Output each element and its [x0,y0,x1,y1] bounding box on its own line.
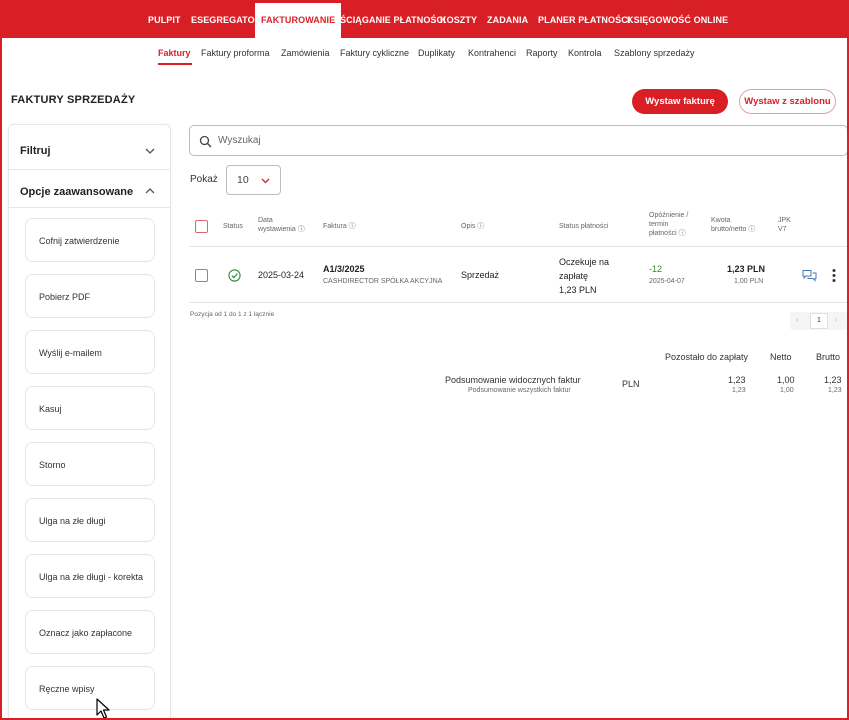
amount-net: 1,00 PLN [734,278,764,285]
col-payment-status[interactable]: Status płatności [559,222,608,231]
nav-fakturowanie[interactable]: FAKTUROWANIE [255,0,342,38]
nav-esegregator[interactable]: ESEGREGATOR [191,0,261,38]
col-jpk-line1: JPK [778,217,791,224]
nav-sciaganie-platnosci[interactable]: ŚCIĄGANIE PŁATNOŚCI [340,0,446,38]
col-delay-line3: płatności [649,230,677,237]
next-page-button[interactable]: › [835,315,838,324]
action-pobierz-pdf[interactable]: Pobierz PDF [25,274,155,318]
tab-zamowienia[interactable]: Zamówienia [281,48,330,58]
app-frame: PULPIT ESEGREGATOR FAKTUROWANIE ŚCIĄGANI… [0,0,849,720]
summary-net-header: Netto [770,352,792,362]
summary-all-gross: 1,23 [828,387,842,394]
page-size-value: 10 [237,174,249,186]
col-date-line2: wystawienia [258,226,296,233]
payment-due-date: 2025-04-07 [649,278,685,285]
summary-remaining-header: Pozostało do zapłaty [665,352,749,362]
summary-visible-gross: 1,23 [824,375,842,385]
col-date-line1: Data [258,217,273,224]
invoice-description: Sprzedaż [461,270,500,280]
active-tab-indicator [158,63,192,65]
advanced-options-toggle[interactable]: Opcje zaawansowane [20,186,133,198]
payment-status-line1: Oczekuje na [559,257,610,267]
tab-szablony-sprzedazy[interactable]: Szablony sprzedaży [614,48,695,58]
header-divider [189,246,847,247]
col-delay-line2: termin [649,221,669,228]
check-circle-icon [228,269,241,282]
col-amount-line2: brutto/netto [711,226,747,233]
nav-ksiegowosc-online[interactable]: KSIĘGOWOŚĆ ONLINE [627,0,728,38]
col-description[interactable]: Opis ⓘ [461,222,484,231]
top-navigation: PULPIT ESEGREGATOR FAKTUROWANIE ŚCIĄGANI… [2,0,847,38]
nav-zadania[interactable]: ZADANIA [487,0,528,38]
action-reczne-wpisy[interactable]: Ręczne wpisy [25,666,155,710]
col-jpk-line2: V7 [778,226,787,233]
payment-status-line2: zapłatę [559,271,589,281]
action-ulga-zle-dlugi-korekta[interactable]: Ulga na złe długi - korekta [25,554,155,598]
search-icon [199,135,212,148]
tab-faktury[interactable]: Faktury [158,48,191,58]
select-all-checkbox[interactable] [195,220,208,233]
summary-visible-label: Podsumowanie widocznych faktur [445,375,581,385]
chevron-down-icon [261,178,270,184]
col-description-label: Opis [461,223,476,230]
tab-kontrola[interactable]: Kontrola [568,48,602,58]
issue-from-template-button[interactable]: Wystaw z szablonu [739,89,836,114]
panel-divider [8,169,171,170]
filter-toggle[interactable]: Filtruj [20,145,51,157]
search-placeholder: Wyszukaj [218,135,261,146]
summary-visible-net: 1,00 [777,375,795,385]
chevron-down-icon[interactable] [144,145,156,157]
invoice-date: 2025-03-24 [258,270,305,280]
invoice-client: CASHDIRECTOR SPÓŁKA AKCYJNA [323,278,443,285]
invoice-number[interactable]: A1/3/2025 [323,264,365,274]
nav-planer-platnosci[interactable]: PLANER PŁATNOŚCI [538,0,630,38]
page-1-button[interactable]: 1 [810,313,828,329]
col-amount-line1: Kwota [711,217,731,224]
payment-status-amount: 1,23 PLN [559,285,597,295]
col-invoice-label: Faktura [323,223,347,230]
action-wyslij-email[interactable]: Wyślij e-mailem [25,330,155,374]
page-size-select[interactable]: 10 [226,165,281,195]
col-delay-line1: Opóźnienie / [649,212,689,219]
page-size-label: Pokaż [190,174,218,185]
summary-currency: PLN [622,379,640,389]
action-cofnij-zatwierdzenie[interactable]: Cofnij zatwierdzenie [25,218,155,262]
prev-page-button[interactable]: ‹ [796,315,799,324]
action-oznacz-zaplacone[interactable]: Oznacz jako zapłacone [25,610,155,654]
tab-duplikaty[interactable]: Duplikaty [418,48,455,58]
tab-faktury-cykliczne[interactable]: Faktury cykliczne [340,48,409,58]
amount-gross: 1,23 PLN [727,264,766,274]
more-vertical-icon[interactable] [831,268,837,283]
summary-all-label: Podsumowanie wszystkich faktur [468,387,571,394]
panel-divider [8,207,171,208]
col-amount[interactable]: Kwota brutto/netto ⓘ [711,216,755,234]
col-status[interactable]: Status [223,222,243,231]
action-ulga-zle-dlugi[interactable]: Ulga na złe długi [25,498,155,542]
tab-raporty[interactable]: Raporty [526,48,558,58]
issue-invoice-button[interactable]: Wystaw fakturę [632,89,728,114]
row-divider [189,302,847,303]
chevron-up-icon[interactable] [144,185,156,197]
summary-visible-remaining: 1,23 [728,375,746,385]
col-date[interactable]: Data wystawienia ⓘ [258,216,305,234]
summary-all-remaining: 1,23 [732,387,746,394]
nav-koszty[interactable]: KOSZTY [440,0,477,38]
summary-gross-header: Brutto [816,352,841,362]
action-kasuj[interactable]: Kasuj [25,386,155,430]
payment-delay: -12 [649,264,663,274]
tab-kontrahenci[interactable]: Kontrahenci [468,48,516,58]
nav-pulpit[interactable]: PULPIT [148,0,181,38]
summary-all-net: 1,00 [780,387,794,394]
pagination-info: Pozycja od 1 do 1 z 1 łącznie [190,311,275,318]
page-title: FAKTURY SPRZEDAŻY [11,94,136,106]
col-delay[interactable]: Opóźnienie / termin płatności ⓘ [649,211,688,238]
col-jpk[interactable]: JPK V7 [778,216,791,234]
action-storno[interactable]: Storno [25,442,155,486]
tab-faktury-proforma[interactable]: Faktury proforma [201,48,270,58]
col-invoice[interactable]: Faktura ⓘ [323,222,356,231]
mouse-cursor-icon [96,698,110,718]
comments-icon[interactable] [802,269,817,282]
row-checkbox[interactable] [195,269,208,282]
search-input[interactable]: Wyszukaj [189,125,847,156]
